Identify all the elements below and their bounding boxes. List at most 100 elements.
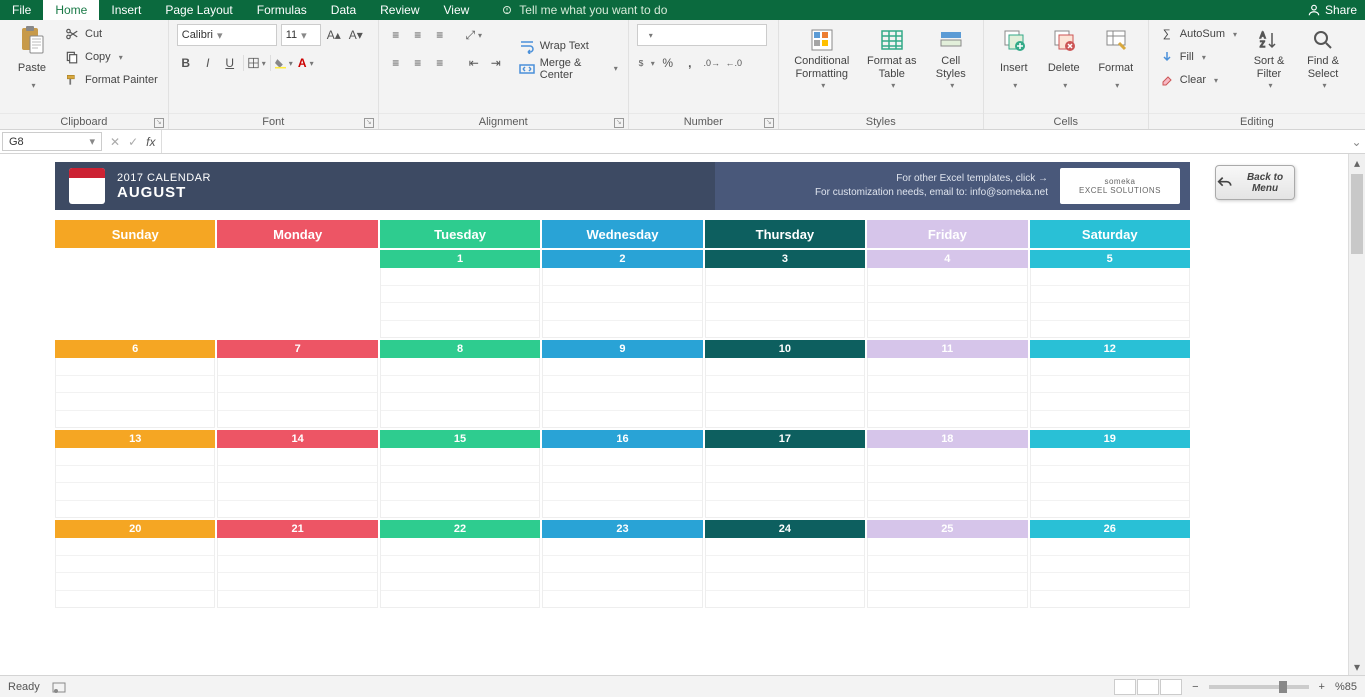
zoom-level[interactable]: %85 [1335,681,1357,693]
macro-record-icon[interactable] [52,680,66,694]
day-body[interactable] [867,538,1027,608]
day-cell[interactable]: 9 [542,340,702,428]
day-body[interactable] [542,268,702,338]
cancel-formula-icon[interactable]: ✕ [110,135,120,149]
align-center-icon[interactable]: ≡ [409,54,427,72]
cell-styles-button[interactable]: Cell Styles [927,24,975,90]
day-body[interactable] [1030,448,1190,518]
delete-cells-button[interactable]: Delete [1042,24,1086,90]
day-cell[interactable]: 23 [542,520,702,608]
fx-icon[interactable]: fx [146,135,155,149]
day-cell[interactable]: 26 [1030,520,1190,608]
day-body[interactable] [542,358,702,428]
merge-center-button[interactable]: Merge & Center [517,59,620,79]
day-body[interactable] [705,538,865,608]
day-cell[interactable]: 16 [542,430,702,518]
template-link-text[interactable]: For other Excel templates, click → [815,172,1048,186]
day-body[interactable] [380,448,540,518]
clipboard-launcher[interactable]: ↘ [154,118,164,128]
day-body[interactable] [542,538,702,608]
align-bottom-icon[interactable]: ≡ [431,26,449,44]
orientation-icon[interactable]: ⤢ [465,26,483,44]
tab-data[interactable]: Data [319,0,368,20]
number-format-select[interactable] [637,24,767,46]
day-body[interactable] [542,448,702,518]
align-left-icon[interactable]: ≡ [387,54,405,72]
page-break-view-button[interactable] [1160,679,1182,695]
increase-indent-icon[interactable]: ⇥ [487,54,505,72]
day-body[interactable] [867,358,1027,428]
align-right-icon[interactable]: ≡ [431,54,449,72]
format-as-table-button[interactable]: Format as Table [863,24,921,90]
day-cell[interactable]: 18 [867,430,1027,518]
tab-home[interactable]: Home [43,0,99,20]
share-button[interactable]: Share [1307,3,1357,17]
fill-color-button[interactable] [275,54,293,72]
underline-button[interactable]: U [221,54,239,72]
day-cell[interactable]: 10 [705,340,865,428]
fill-button[interactable]: Fill [1157,47,1239,67]
tab-review[interactable]: Review [368,0,431,20]
day-cell[interactable]: 13 [55,430,215,518]
cut-button[interactable]: Cut [62,24,160,44]
vertical-scrollbar[interactable]: ▴ ▾ [1348,154,1365,675]
increase-font-icon[interactable]: A▴ [325,26,343,44]
wrap-text-button[interactable]: Wrap Text [517,36,620,56]
normal-view-button[interactable] [1114,679,1136,695]
conditional-formatting-button[interactable]: Conditional Formatting [787,24,857,90]
font-name-select[interactable]: Calibri▾ [177,24,277,46]
zoom-out-button[interactable]: − [1192,681,1198,693]
day-cell[interactable]: 19 [1030,430,1190,518]
day-body[interactable] [380,538,540,608]
day-body[interactable] [1030,538,1190,608]
back-to-menu-button[interactable]: Back to Menu [1215,165,1295,200]
decrease-indent-icon[interactable]: ⇤ [465,54,483,72]
zoom-in-button[interactable]: + [1319,681,1325,693]
day-cell[interactable]: 15 [380,430,540,518]
day-body[interactable] [380,268,540,338]
tab-page-layout[interactable]: Page Layout [153,0,244,20]
zoom-slider[interactable] [1209,685,1309,689]
day-body[interactable] [705,448,865,518]
day-cell[interactable]: 12 [1030,340,1190,428]
day-body[interactable] [1030,268,1190,338]
day-cell[interactable]: 14 [217,430,377,518]
font-launcher[interactable]: ↘ [364,118,374,128]
day-body[interactable] [705,268,865,338]
increase-decimal-icon[interactable]: .0→ [703,54,721,72]
day-body[interactable] [217,448,377,518]
tab-insert[interactable]: Insert [99,0,153,20]
scroll-thumb[interactable] [1351,174,1363,254]
day-body[interactable] [380,358,540,428]
page-layout-view-button[interactable] [1137,679,1159,695]
day-cell[interactable]: 17 [705,430,865,518]
day-cell[interactable]: 20 [55,520,215,608]
day-body[interactable] [1030,358,1190,428]
day-body[interactable] [867,268,1027,338]
day-body[interactable] [55,358,215,428]
format-cells-button[interactable]: Format [1092,24,1140,90]
day-cell[interactable]: 25 [867,520,1027,608]
number-launcher[interactable]: ↘ [764,118,774,128]
italic-button[interactable]: I [199,54,217,72]
copy-button[interactable]: Copy [62,47,160,67]
paste-button[interactable]: Paste [8,24,56,90]
day-cell[interactable]: 21 [217,520,377,608]
autosum-button[interactable]: ∑AutoSum [1157,24,1239,44]
day-cell[interactable]: 5 [1030,250,1190,338]
day-body[interactable] [867,448,1027,518]
formula-expand-icon[interactable]: ⌄ [1348,130,1365,153]
align-middle-icon[interactable]: ≡ [409,26,427,44]
enter-formula-icon[interactable]: ✓ [128,135,138,149]
day-cell[interactable]: 1 [380,250,540,338]
day-body[interactable] [705,358,865,428]
tell-me-search[interactable]: Tell me what you want to do [489,0,679,20]
day-cell[interactable]: 3 [705,250,865,338]
day-body[interactable] [217,538,377,608]
day-body[interactable] [55,448,215,518]
insert-cells-button[interactable]: Insert [992,24,1036,90]
tab-formulas[interactable]: Formulas [245,0,319,20]
decrease-font-icon[interactable]: A▾ [347,26,365,44]
font-color-button[interactable]: A [297,54,315,72]
day-body[interactable] [217,358,377,428]
